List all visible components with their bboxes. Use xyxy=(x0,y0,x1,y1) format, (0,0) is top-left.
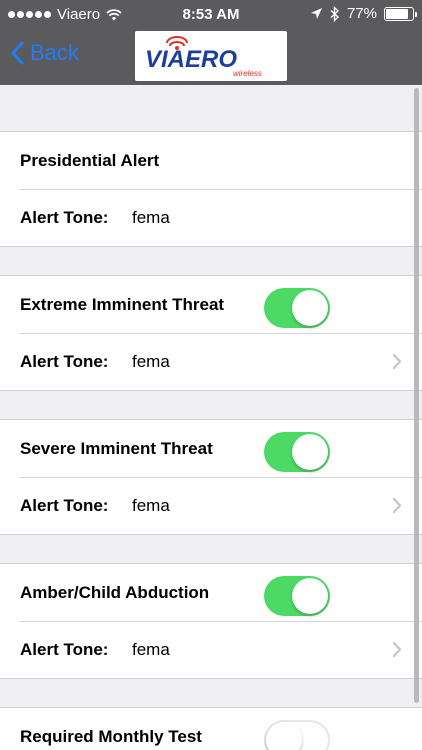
chevron-right-icon xyxy=(392,497,402,514)
alert-tone-row[interactable]: Alert Tone: fema xyxy=(0,621,422,678)
status-right: 77% xyxy=(310,5,417,22)
alert-tone-value: fema xyxy=(132,495,170,515)
alert-tone-value: fema xyxy=(132,207,170,227)
top-bar: Viaero 8:53 AM 77% Back VIAERO wireless xyxy=(0,0,422,85)
screen: Viaero 8:53 AM 77% Back VIAERO wireless … xyxy=(0,0,422,750)
logo-main-text: VIAERO xyxy=(145,46,237,73)
battery-percent: 77% xyxy=(346,5,377,22)
settings-list: Presidential Alert Alert Tone: fema Extr… xyxy=(0,85,422,750)
toggle-knob xyxy=(292,578,328,614)
alert-title: Extreme Imminent Threat xyxy=(20,294,225,314)
monthly-test-toggle[interactable] xyxy=(264,720,330,750)
section-presidential-alert: Presidential Alert Alert Tone: fema xyxy=(0,131,422,247)
toggle-knob xyxy=(292,434,328,470)
section-amber-child-abduction: Amber/Child Abduction Alert Tone: fema xyxy=(0,563,422,679)
chevron-right-icon xyxy=(392,641,402,658)
alert-tone-row: Alert Tone: fema xyxy=(0,189,422,246)
severe-threat-toggle[interactable] xyxy=(264,432,330,472)
alert-title-row: Amber/Child Abduction xyxy=(0,564,422,621)
alert-tone-value: fema xyxy=(132,351,170,371)
toggle-knob xyxy=(266,722,302,750)
alert-tone-label: Alert Tone: xyxy=(20,207,109,227)
alert-tone-row[interactable]: Alert Tone: fema xyxy=(0,477,422,534)
chevron-left-icon xyxy=(11,41,24,65)
section-severe-imminent-threat: Severe Imminent Threat Alert Tone: fema xyxy=(0,419,422,535)
alert-title-row: Presidential Alert xyxy=(0,132,422,189)
battery-icon xyxy=(384,6,417,21)
amber-alert-toggle[interactable] xyxy=(264,576,330,616)
alert-tone-row[interactable]: Alert Tone: fema xyxy=(0,333,422,390)
section-required-monthly-test: Required Monthly Test xyxy=(0,707,422,750)
bluetooth-icon xyxy=(330,5,339,22)
location-arrow-icon xyxy=(310,8,322,19)
alert-tone-label: Alert Tone: xyxy=(20,495,109,515)
chevron-right-icon xyxy=(392,353,402,370)
extreme-threat-toggle[interactable] xyxy=(264,288,330,328)
alert-title: Amber/Child Abduction xyxy=(20,582,210,602)
alert-tone-label: Alert Tone: xyxy=(20,639,109,659)
toggle-knob xyxy=(292,290,328,326)
alert-title-row: Extreme Imminent Threat xyxy=(0,276,422,333)
alert-title: Required Monthly Test xyxy=(20,726,202,746)
scrollbar[interactable] xyxy=(414,88,419,703)
alert-tone-label: Alert Tone: xyxy=(20,351,109,371)
viaero-wireless-logo: VIAERO wireless xyxy=(135,31,287,81)
back-label: Back xyxy=(30,40,79,65)
alert-title: Presidential Alert xyxy=(20,150,160,170)
alert-title-row: Severe Imminent Threat xyxy=(0,420,422,477)
alert-title-row: Required Monthly Test xyxy=(0,708,422,750)
back-button[interactable]: Back xyxy=(10,40,79,66)
logo-sub-text: wireless xyxy=(233,69,262,78)
section-extreme-imminent-threat: Extreme Imminent Threat Alert Tone: fema xyxy=(0,275,422,391)
alert-tone-value: fema xyxy=(132,639,170,659)
status-bar: Viaero 8:53 AM 77% xyxy=(0,0,422,30)
alert-title: Severe Imminent Threat xyxy=(20,438,213,458)
